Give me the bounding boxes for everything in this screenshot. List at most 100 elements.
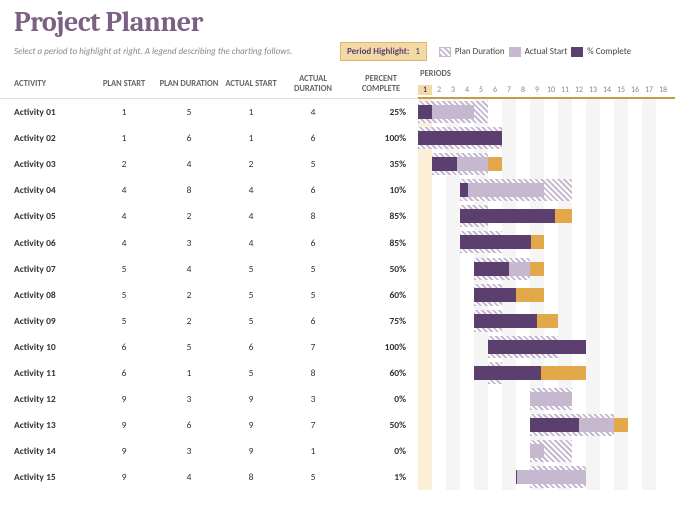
table-row[interactable]: Activity 08525560% [0, 282, 418, 308]
bar-actual [516, 470, 586, 484]
swatch-pct-icon [571, 47, 583, 57]
cell-plan-start: 6 [92, 367, 156, 379]
period-tick[interactable]: 1 [418, 85, 432, 95]
period-tick[interactable]: 7 [502, 85, 516, 95]
table-row[interactable]: Activity 01151425% [0, 99, 418, 125]
period-tick[interactable]: 3 [446, 85, 460, 95]
cell-plan-start: 1 [92, 132, 156, 144]
cell-plan-duration: 2 [156, 210, 222, 222]
cell-plan-start: 5 [92, 315, 156, 327]
gantt-row [418, 229, 675, 255]
period-tick[interactable]: 8 [516, 85, 530, 95]
table-row[interactable]: Activity 07545550% [0, 256, 418, 282]
table-row[interactable]: Activity 04484610% [0, 177, 418, 203]
bar-pct [460, 235, 531, 249]
cell-plan-duration: 1 [156, 367, 222, 379]
cell-plan-duration: 3 [156, 393, 222, 405]
hdr-activity: ACTIVITY [14, 79, 92, 89]
period-tick[interactable]: 15 [614, 85, 628, 95]
cell-pct: 25% [346, 106, 416, 118]
period-highlight-control[interactable]: Period Highlight: 1 [340, 42, 427, 61]
cell-actual-start: 9 [222, 445, 280, 457]
cell-activity: Activity 04 [14, 184, 92, 196]
period-tick[interactable]: 2 [432, 85, 446, 95]
period-tick[interactable]: 10 [544, 85, 558, 95]
period-tick[interactable]: 12 [572, 85, 586, 95]
table-row[interactable]: Activity 1594851% [0, 464, 418, 490]
bar-pct [474, 314, 537, 328]
period-tick[interactable]: 14 [600, 85, 614, 95]
cell-actual-start: 4 [222, 184, 280, 196]
cell-plan-start: 2 [92, 158, 156, 170]
bar-pct [418, 105, 432, 119]
bar-pct [474, 288, 516, 302]
cell-actual-duration: 5 [280, 263, 346, 275]
cell-pct: 85% [346, 210, 416, 222]
cell-activity: Activity 15 [14, 471, 92, 483]
hdr-pct: PERCENT COMPLETE [346, 74, 416, 94]
cell-actual-start: 9 [222, 419, 280, 431]
period-tick[interactable]: 18 [656, 85, 670, 95]
cell-plan-duration: 5 [156, 341, 222, 353]
table-row[interactable]: Activity 06434685% [0, 229, 418, 255]
cell-actual-start: 8 [222, 471, 280, 483]
data-table: ACTIVITY PLAN START PLAN DURATION ACTUAL… [0, 69, 418, 490]
cell-actual-duration: 8 [280, 210, 346, 222]
table-row[interactable]: Activity 106567100% [0, 334, 418, 360]
cell-plan-duration: 6 [156, 419, 222, 431]
cell-actual-duration: 5 [280, 471, 346, 483]
cell-activity: Activity 10 [14, 341, 92, 353]
cell-actual-start: 1 [222, 132, 280, 144]
bar-pct [474, 262, 509, 276]
hdr-periods: PERIODS [420, 69, 451, 79]
period-highlight-value: 1 [415, 46, 420, 57]
cell-actual-start: 5 [222, 263, 280, 275]
cell-plan-duration: 4 [156, 263, 222, 275]
gantt-row [418, 464, 675, 490]
bar-pct [432, 157, 457, 171]
cell-plan-duration: 4 [156, 158, 222, 170]
cell-plan-start: 4 [92, 237, 156, 249]
cell-activity: Activity 14 [14, 445, 92, 457]
cell-activity: Activity 01 [14, 106, 92, 118]
cell-plan-start: 1 [92, 106, 156, 118]
period-tick[interactable]: 13 [586, 85, 600, 95]
table-row[interactable]: Activity 1293930% [0, 386, 418, 412]
period-tick[interactable]: 6 [488, 85, 502, 95]
cell-actual-start: 6 [222, 341, 280, 353]
period-tick[interactable]: 5 [474, 85, 488, 95]
cell-actual-duration: 5 [280, 158, 346, 170]
table-row[interactable]: Activity 021616100% [0, 125, 418, 151]
period-tick[interactable]: 9 [530, 85, 544, 95]
cell-actual-duration: 7 [280, 341, 346, 353]
cell-plan-start: 9 [92, 419, 156, 431]
cell-actual-duration: 7 [280, 419, 346, 431]
period-tick[interactable]: 4 [460, 85, 474, 95]
cell-plan-duration: 6 [156, 132, 222, 144]
gantt-row [418, 360, 675, 386]
legend-actual-label: Actual Start [525, 46, 568, 57]
legend: Plan Duration Actual Start % Complete [439, 46, 631, 57]
page-title: Project Planner [0, 0, 675, 40]
hdr-plan-duration: PLAN DURATION [156, 79, 222, 89]
table-row[interactable]: Activity 09525675% [0, 308, 418, 334]
period-tick[interactable]: 16 [628, 85, 642, 95]
hint-text: Select a period to highlight at right. A… [14, 46, 334, 57]
table-row[interactable]: Activity 05424885% [0, 203, 418, 229]
cell-plan-start: 5 [92, 289, 156, 301]
gantt-row [418, 438, 675, 464]
cell-pct: 50% [346, 263, 416, 275]
cell-actual-duration: 4 [280, 106, 346, 118]
table-row[interactable]: Activity 13969750% [0, 412, 418, 438]
bar-actual [460, 183, 544, 197]
table-row[interactable]: Activity 11615860% [0, 360, 418, 386]
cell-activity: Activity 11 [14, 367, 92, 379]
cell-actual-duration: 1 [280, 445, 346, 457]
period-tick[interactable]: 11 [558, 85, 572, 95]
gantt-row [418, 99, 675, 125]
period-tick[interactable]: 17 [642, 85, 656, 95]
table-row[interactable]: Activity 1493910% [0, 438, 418, 464]
table-row[interactable]: Activity 03242535% [0, 151, 418, 177]
cell-plan-start: 9 [92, 471, 156, 483]
cell-plan-duration: 4 [156, 471, 222, 483]
